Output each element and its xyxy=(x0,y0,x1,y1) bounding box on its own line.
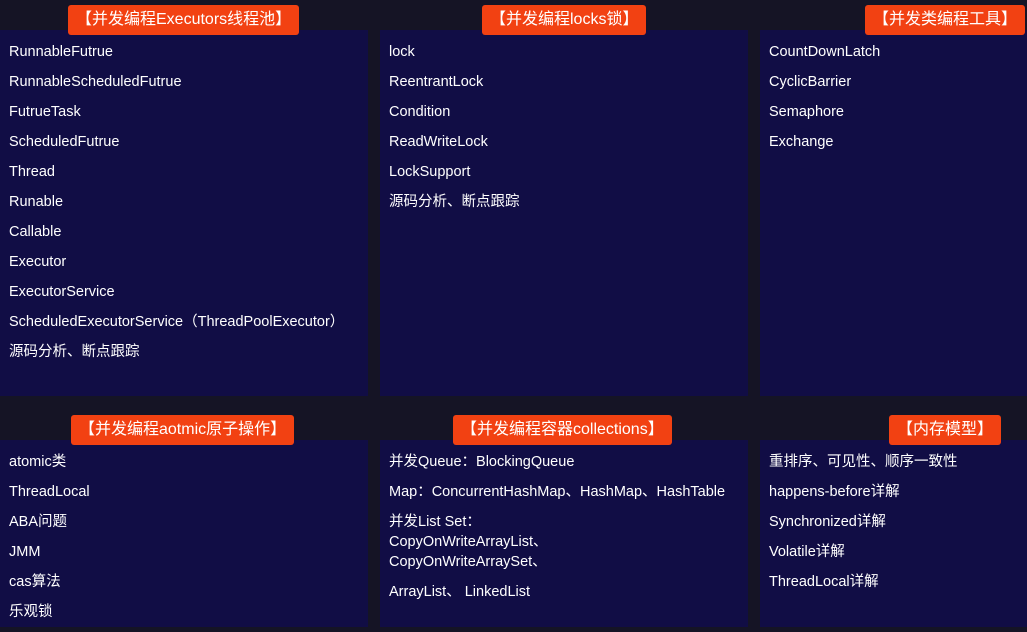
list-item: 重排序、可见性、顺序一致性 xyxy=(769,454,958,470)
collections-title: 【并发编程容器collections】 xyxy=(453,415,672,445)
executors-title: 【并发编程Executors线程池】 xyxy=(68,5,300,35)
executors-panel: RunnableFutrue RunnableScheduledFutrue F… xyxy=(0,30,368,396)
tools-list: CountDownLatch CyclicBarrier Semaphore E… xyxy=(769,42,1021,162)
list-item: Map：ConcurrentHashMap、HashMap、HashTable xyxy=(389,484,726,500)
list-item: Callable xyxy=(9,224,62,240)
list-item: RunnableFutrue xyxy=(9,44,113,60)
executors-list: RunnableFutrue RunnableScheduledFutrue F… xyxy=(9,42,362,372)
tools-panel: CountDownLatch CyclicBarrier Semaphore E… xyxy=(760,30,1027,396)
list-item: 乐观锁 xyxy=(9,604,53,620)
locks-title: 【并发编程locks锁】 xyxy=(482,5,647,35)
list-item: 并发Queue：BlockingQueue xyxy=(389,454,575,470)
atomic-title: 【并发编程aotmic原子操作】 xyxy=(71,415,295,445)
list-item: atomic类 xyxy=(9,454,67,470)
list-item: Synchronized详解 xyxy=(769,514,886,530)
list-item: Volatile详解 xyxy=(769,544,845,560)
list-item: Condition xyxy=(389,104,451,120)
memory-panel: 重排序、可见性、顺序一致性 happens-before详解 Synchroni… xyxy=(760,440,1027,627)
collections-list: 并发Queue：BlockingQueue Map：ConcurrentHash… xyxy=(389,452,742,612)
list-item: CyclicBarrier xyxy=(769,74,852,90)
list-item: happens-before详解 xyxy=(769,484,900,500)
list-item: Executor xyxy=(9,254,67,270)
list-item: Thread xyxy=(9,164,55,180)
list-item: ExecutorService xyxy=(9,284,115,300)
list-item: 并发List Set：CopyOnWriteArrayList、CopyOnWr… xyxy=(389,514,548,570)
list-item: ReadWriteLock xyxy=(389,134,488,150)
tools-title: 【并发类编程工具】 xyxy=(865,5,1026,35)
memory-title: 【内存模型】 xyxy=(889,415,1002,445)
list-item: 源码分析、断点跟踪 xyxy=(389,194,520,210)
list-item: 源码分析、断点跟踪 xyxy=(9,344,140,360)
list-item: JMM xyxy=(9,544,41,560)
list-item: ABA问题 xyxy=(9,514,68,530)
list-item: FutrueTask xyxy=(9,104,81,120)
list-item: lock xyxy=(389,44,415,60)
list-item: LockSupport xyxy=(389,164,471,180)
list-item: ScheduledFutrue xyxy=(9,134,120,150)
list-item: Semaphore xyxy=(769,104,844,120)
collections-panel: 并发Queue：BlockingQueue Map：ConcurrentHash… xyxy=(380,440,748,627)
atomic-list: atomic类 ThreadLocal ABA问题 JMM cas算法 乐观锁 xyxy=(9,452,362,632)
locks-list: lock ReentrantLock Condition ReadWriteLo… xyxy=(389,42,742,222)
list-item: CountDownLatch xyxy=(769,44,881,60)
memory-list: 重排序、可见性、顺序一致性 happens-before详解 Synchroni… xyxy=(769,452,1021,602)
locks-panel: lock ReentrantLock Condition ReadWriteLo… xyxy=(380,30,748,396)
list-item: ThreadLocal详解 xyxy=(769,574,879,590)
list-item: ThreadLocal xyxy=(9,484,90,500)
list-item: cas算法 xyxy=(9,574,61,590)
atomic-panel: atomic类 ThreadLocal ABA问题 JMM cas算法 乐观锁 xyxy=(0,440,368,627)
list-item: ReentrantLock xyxy=(389,74,484,90)
list-item: ArrayList、 LinkedList xyxy=(389,584,531,600)
list-item: ScheduledExecutorService（ThreadPoolExecu… xyxy=(9,314,345,330)
list-item: RunnableScheduledFutrue xyxy=(9,74,182,90)
list-item: Runable xyxy=(9,194,64,210)
list-item: Exchange xyxy=(769,134,834,150)
